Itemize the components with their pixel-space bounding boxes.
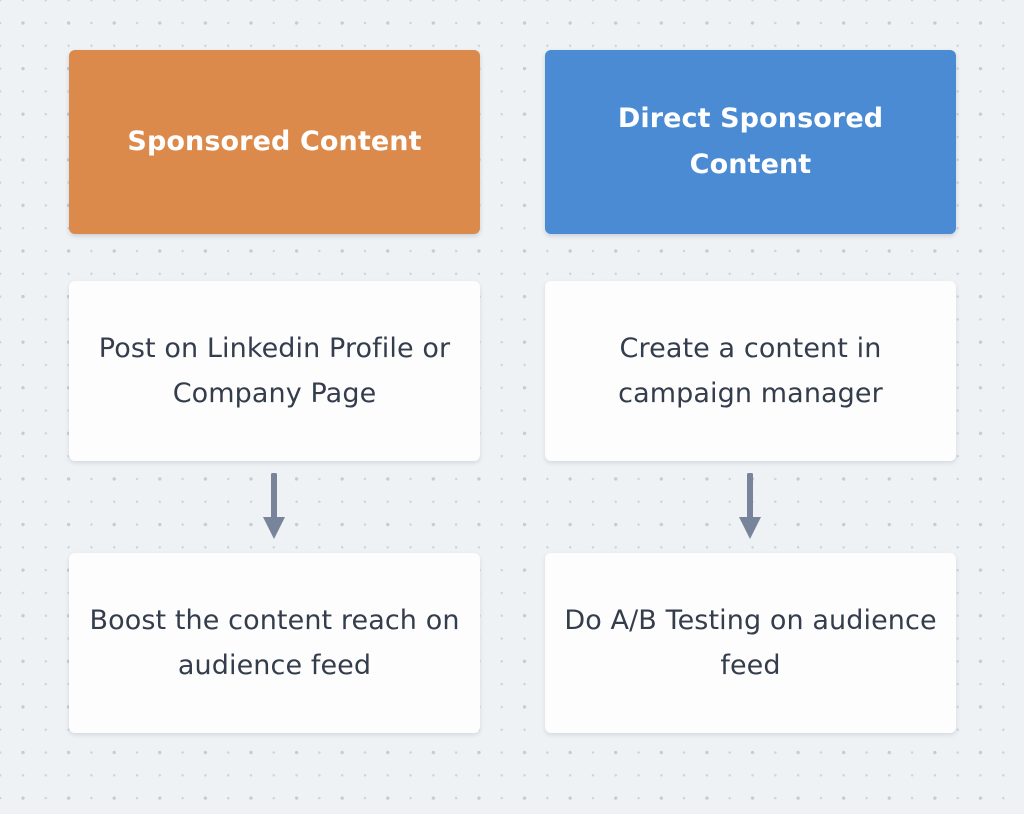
header-node-sponsored-content[interactable]: Sponsored Content: [69, 50, 480, 234]
header-node-label: Direct Sponsored Content: [617, 103, 884, 180]
flow-column-direct-sponsored-content: Direct Sponsored Content Create a conten…: [545, 0, 956, 814]
arrow-head: [739, 517, 761, 539]
header-node-direct-sponsored-content[interactable]: Direct Sponsored Content: [545, 50, 956, 234]
step-node-label: Do A/B Testing on audience feed: [564, 605, 937, 681]
arrow-shaft: [747, 473, 753, 518]
step-node-boost-content-reach[interactable]: Boost the content reach on audience feed: [69, 553, 480, 733]
arrow-down-icon: [263, 473, 285, 539]
flowchart-canvas: Sponsored Content Post on Linkedin Profi…: [0, 0, 1024, 814]
arrow-head: [263, 517, 285, 539]
arrow-shaft: [271, 473, 277, 518]
step-node-label: Post on Linkedin Profile or Company Page: [98, 333, 451, 409]
step-node-create-content-campaign-manager[interactable]: Create a content in campaign manager: [545, 281, 956, 461]
arrow-down-icon: [739, 473, 761, 539]
step-node-ab-testing-audience-feed[interactable]: Do A/B Testing on audience feed: [545, 553, 956, 733]
step-node-label: Boost the content reach on audience feed: [89, 605, 460, 681]
header-node-label: Sponsored Content: [127, 126, 422, 157]
flow-column-sponsored-content: Sponsored Content Post on Linkedin Profi…: [69, 0, 480, 814]
step-node-label: Create a content in campaign manager: [618, 333, 883, 409]
step-node-post-on-linkedin[interactable]: Post on Linkedin Profile or Company Page: [69, 281, 480, 461]
